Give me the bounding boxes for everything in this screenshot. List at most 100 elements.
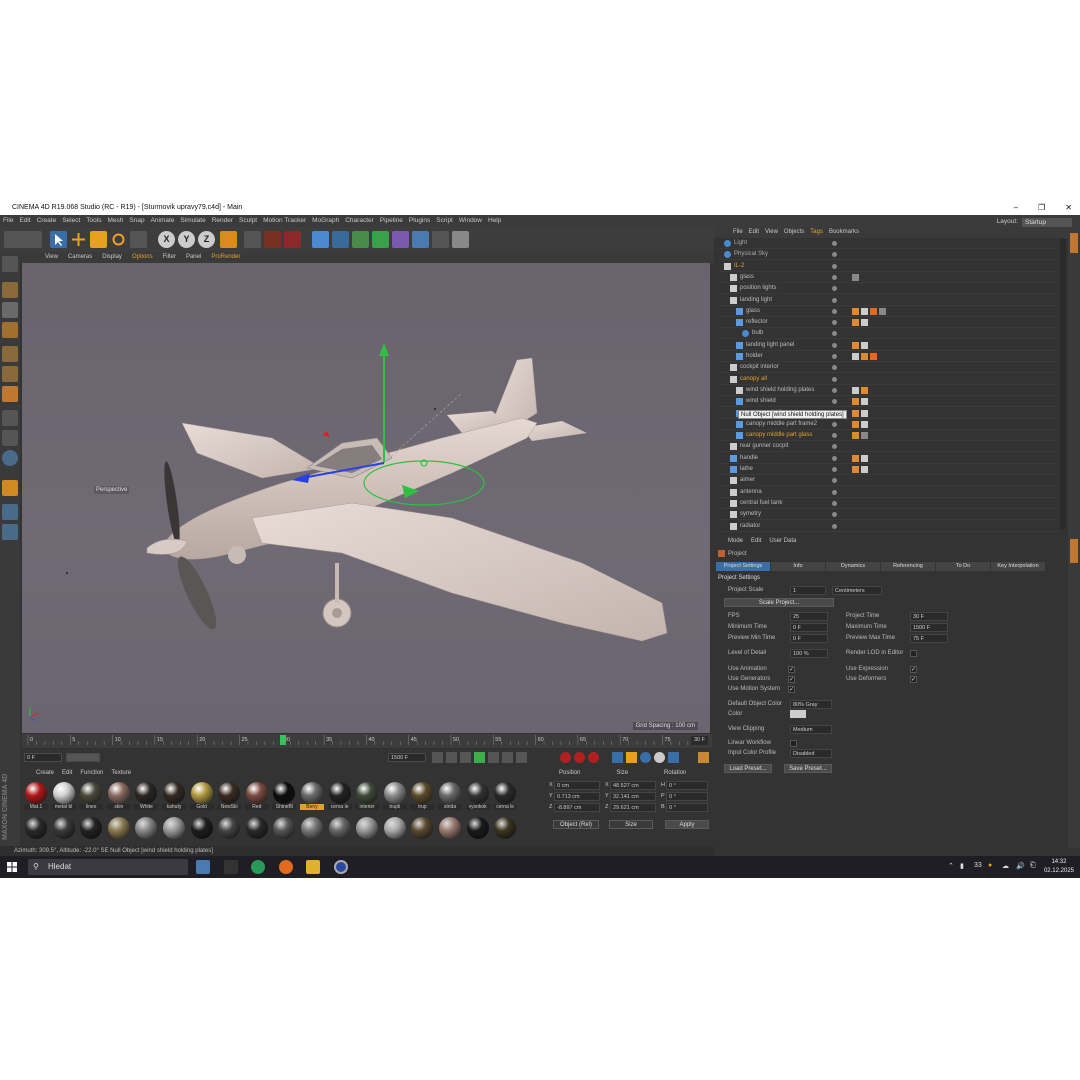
make-editable-icon[interactable]	[2, 256, 18, 272]
visibility-dot-icon[interactable]	[832, 433, 837, 439]
attr-tab-dynamics[interactable]: Dynamics	[826, 562, 880, 571]
material-swatch[interactable]	[217, 817, 241, 841]
coord-mode-select[interactable]: Object (Rel)	[553, 820, 599, 829]
material-swatch[interactable]	[272, 817, 296, 841]
sculpt-icon[interactable]	[2, 480, 18, 496]
layout-select[interactable]: Startup	[1022, 217, 1072, 227]
maximize-button[interactable]: ❐	[1038, 200, 1045, 215]
coord-rot-field[interactable]: 0 °	[666, 781, 708, 790]
object-menu-file[interactable]: File	[733, 229, 743, 235]
viewport-menu-display[interactable]: Display	[102, 254, 122, 260]
floor-icon[interactable]	[412, 231, 429, 248]
menu-create[interactable]: Create	[37, 217, 57, 224]
object-row[interactable]: IL-2	[718, 261, 1058, 272]
minimize-button[interactable]: –	[1014, 200, 1018, 215]
object-tag-icon[interactable]	[861, 319, 868, 327]
object-row[interactable]: lathe	[718, 464, 1058, 475]
fps-field[interactable]: 25	[790, 612, 828, 621]
use-generators-checkbox[interactable]: ✓	[788, 676, 795, 683]
object-tag-icon[interactable]	[879, 307, 886, 315]
visibility-dot-icon[interactable]	[832, 376, 837, 382]
object-tag-icon[interactable]	[852, 420, 859, 428]
save-preset-button[interactable]: Save Preset...	[784, 764, 832, 773]
current-frame-field[interactable]: 30 F	[690, 736, 708, 745]
live-select-icon[interactable]	[130, 231, 147, 248]
subdivision-icon[interactable]	[352, 231, 369, 248]
menu-help[interactable]: Help	[488, 217, 501, 224]
viewport-3d[interactable]: Perspective Grid Spacing : 100 cm	[22, 263, 710, 733]
menu-file[interactable]: File	[3, 217, 13, 224]
viewport-menu-options[interactable]: Options	[132, 254, 153, 260]
object-tag-icon[interactable]	[861, 466, 868, 473]
right-panel-tabs[interactable]	[1068, 227, 1080, 848]
scale-project-button[interactable]: Scale Project...	[724, 598, 834, 607]
menu-motion-tracker[interactable]: Motion Tracker	[263, 217, 306, 224]
material-swatch[interactable]	[328, 817, 352, 841]
lod-field[interactable]: 100 %	[790, 649, 828, 658]
coord-pos-field[interactable]: 0.713 cm	[554, 792, 600, 801]
material-swatch[interactable]: cerna le	[493, 782, 518, 810]
edges-mode-icon[interactable]	[2, 366, 18, 382]
material-swatch[interactable]	[493, 817, 517, 841]
material-swatch[interactable]: White	[134, 782, 159, 810]
viewport-menu-prorender[interactable]: ProRender	[211, 254, 240, 260]
cube-icon[interactable]	[312, 231, 329, 248]
preview-min-field[interactable]: 0 F	[790, 634, 828, 643]
mograph-cloner-icon[interactable]	[372, 231, 389, 248]
visibility-dot-icon[interactable]	[832, 421, 837, 427]
object-tag-icon[interactable]	[852, 398, 859, 406]
attributes-tab[interactable]	[1070, 539, 1078, 563]
menu-edit[interactable]: Edit	[19, 217, 30, 224]
visibility-dot-icon[interactable]	[832, 399, 837, 405]
coord-size-field[interactable]: 32.141 cm	[610, 792, 656, 801]
key-rotation-icon[interactable]	[640, 752, 651, 763]
goto-start-icon[interactable]	[432, 752, 443, 763]
object-row[interactable]: holder	[718, 351, 1058, 362]
coordinate-system-icon[interactable]	[220, 231, 237, 248]
material-swatch[interactable]	[134, 817, 158, 841]
visibility-dot-icon[interactable]	[832, 308, 837, 314]
material-swatch[interactable]: trup	[410, 782, 435, 810]
visibility-dot-icon[interactable]	[832, 354, 837, 359]
linear-workflow-checkbox[interactable]	[790, 740, 797, 747]
min-time-field[interactable]: 0 F	[790, 623, 828, 632]
visibility-dot-icon[interactable]	[832, 342, 837, 348]
visibility-dot-icon[interactable]	[832, 274, 837, 280]
next-key-icon[interactable]	[502, 752, 513, 763]
object-row[interactable]: central fuel tank	[718, 498, 1058, 509]
network-icon[interactable]: ☁	[1002, 862, 1009, 870]
volume-icon[interactable]: 🔊	[1016, 862, 1025, 870]
input-color-profile-select[interactable]: Disabled	[790, 749, 832, 758]
object-row[interactable]: antenna	[718, 487, 1058, 498]
render-view-icon[interactable]	[244, 231, 261, 248]
tweak-mode-icon[interactable]	[2, 430, 18, 446]
object-row[interactable]: Light	[718, 238, 1058, 249]
object-row[interactable]: glass	[718, 272, 1058, 283]
z-axis-icon[interactable]: Z	[198, 231, 215, 248]
visibility-dot-icon[interactable]	[832, 241, 837, 246]
visibility-dot-icon[interactable]	[832, 523, 837, 529]
material-swatch[interactable]: Red	[244, 782, 269, 810]
apply-button[interactable]: Apply	[665, 820, 709, 829]
menu-simulate[interactable]: Simulate	[180, 217, 205, 224]
object-row[interactable]: bulb	[718, 328, 1058, 340]
move-tool-icon[interactable]	[70, 231, 87, 248]
visibility-dot-icon[interactable]	[832, 387, 837, 393]
points-mode-icon[interactable]	[2, 346, 18, 362]
menu-sculpt[interactable]: Sculpt	[239, 217, 257, 224]
coord-pos-field[interactable]: 0 cm	[554, 781, 600, 790]
visibility-dot-icon[interactable]	[832, 500, 837, 506]
key-scale-icon[interactable]	[626, 752, 637, 763]
material-swatch[interactable]: trupli	[382, 782, 407, 810]
material-swatch[interactable]	[410, 817, 434, 841]
coord-size-field[interactable]: 29.621 cm	[610, 803, 656, 812]
coord-size-field[interactable]: 48.527 cm	[610, 781, 656, 790]
axis-mode-icon[interactable]	[2, 410, 18, 426]
material-swatch[interactable]: strida	[438, 782, 462, 810]
material-swatch[interactable]: NewSki	[217, 782, 242, 810]
preview-max-field[interactable]: 75 F	[910, 634, 948, 643]
visibility-dot-icon[interactable]	[832, 478, 837, 484]
object-row[interactable]: canopy middle part frame2	[718, 419, 1058, 430]
visibility-dot-icon[interactable]	[832, 489, 837, 495]
clock[interactable]: 14:32 02.12.2025	[1044, 858, 1074, 876]
